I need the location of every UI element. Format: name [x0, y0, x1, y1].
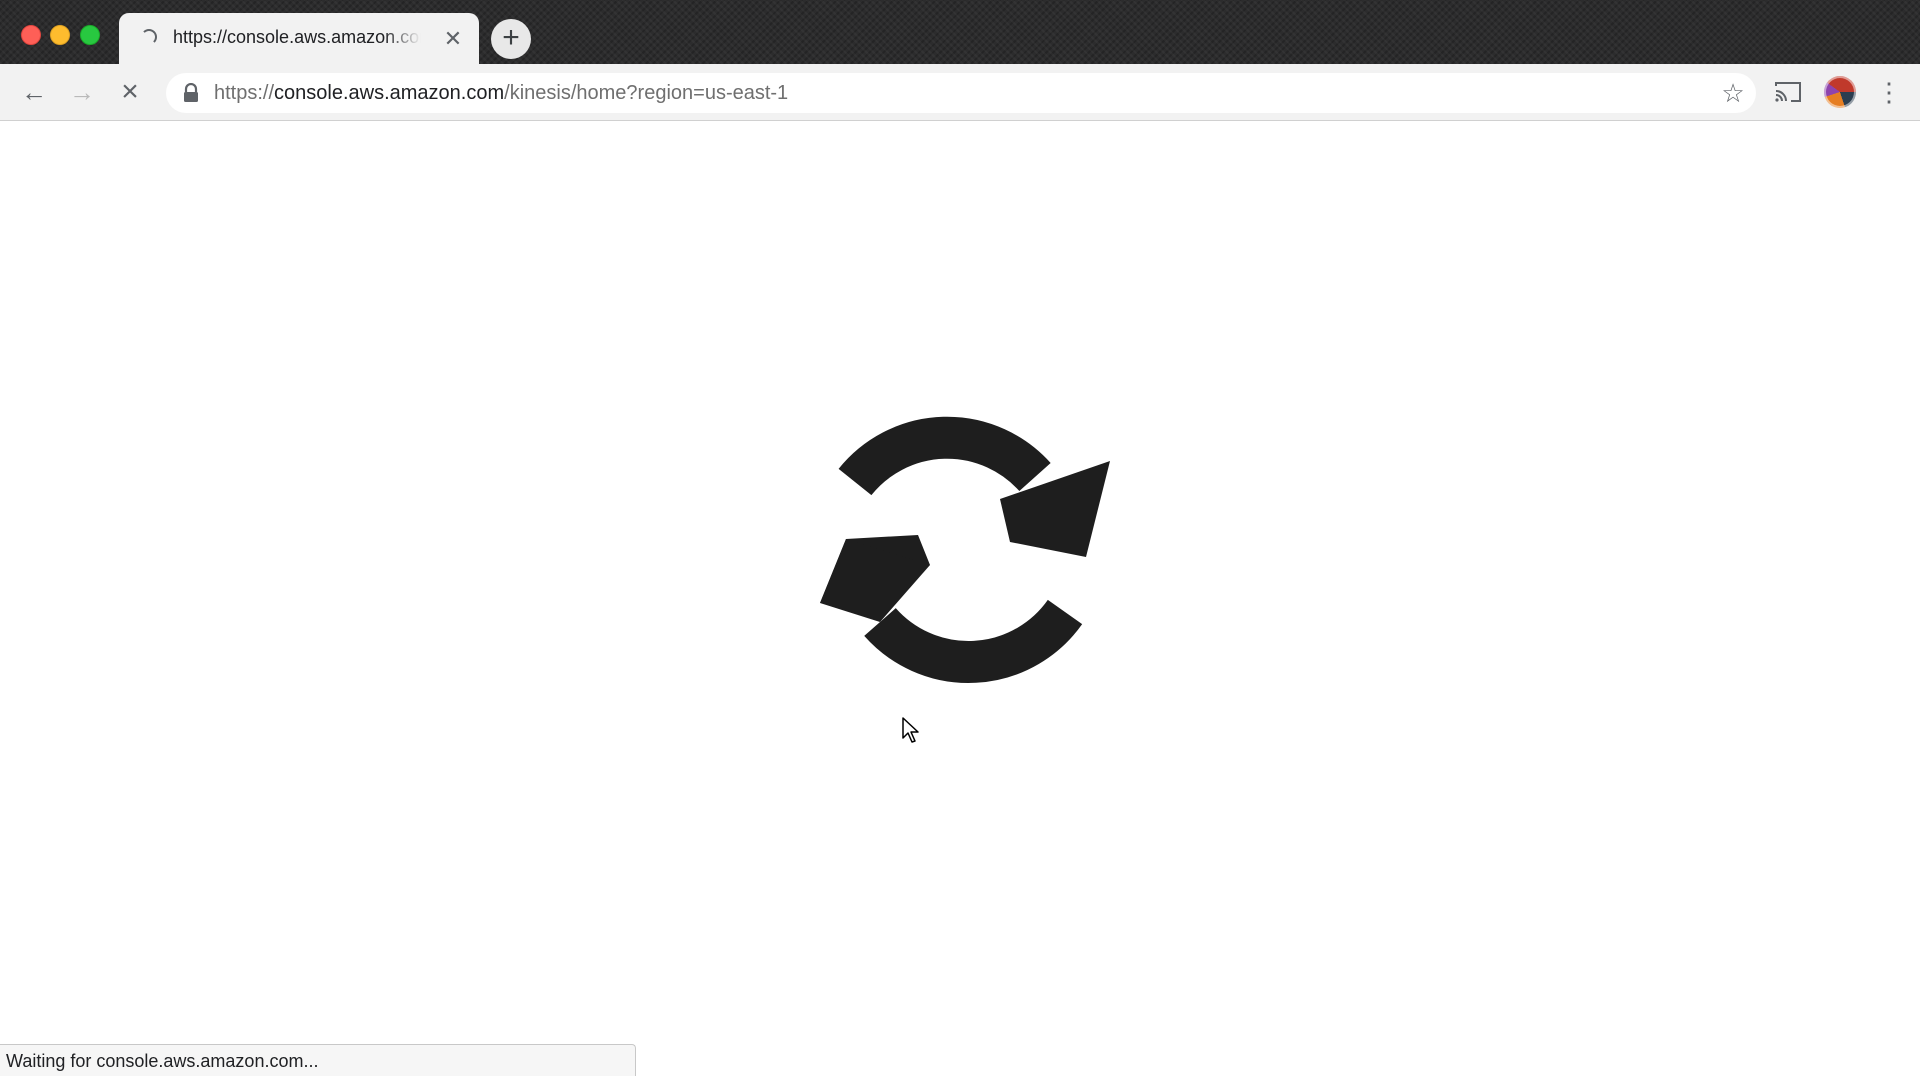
close-icon: × — [121, 75, 139, 108]
plus-icon: + — [502, 21, 520, 54]
cast-icon[interactable] — [1774, 80, 1802, 104]
window-titlebar: https://console.aws.amazon.com/kinesis/h… — [0, 0, 1920, 65]
browser-toolbar: ← → × https://console.aws.amazon.com/kin… — [0, 64, 1920, 121]
kebab-menu-icon[interactable]: ⋮ — [1876, 76, 1902, 108]
close-window-button[interactable] — [21, 25, 41, 45]
address-url[interactable]: https://console.aws.amazon.com/kinesis/h… — [214, 82, 788, 105]
browser-tab-active[interactable]: https://console.aws.amazon.com/kinesis/h… — [119, 13, 479, 65]
tab-close-icon[interactable]: ✕ — [441, 27, 465, 51]
refresh-icon — [820, 416, 1110, 683]
url-scheme: https:// — [214, 82, 275, 104]
tab-title: https://console.aws.amazon.com/kinesis/h… — [173, 27, 421, 47]
address-bar[interactable]: https://console.aws.amazon.com/kinesis/h… — [166, 73, 1756, 113]
profile-avatar[interactable] — [1824, 76, 1856, 108]
lock-icon — [184, 83, 198, 102]
arrow-right-icon: → — [69, 77, 95, 107]
status-bubble: Waiting for console.aws.amazon.com... — [0, 1044, 636, 1076]
arrow-left-icon: ← — [21, 77, 47, 107]
status-text: Waiting for console.aws.amazon.com... — [6, 1051, 319, 1071]
tab-loading-spinner-icon — [141, 29, 157, 45]
minimize-window-button[interactable] — [50, 25, 70, 45]
stop-loading-button[interactable]: × — [114, 76, 146, 108]
back-button[interactable]: ← — [18, 76, 50, 108]
bookmark-star-icon[interactable]: ☆ — [1717, 77, 1749, 109]
new-tab-button[interactable]: + — [491, 19, 531, 59]
maximize-window-button[interactable] — [80, 25, 100, 45]
page-content — [0, 121, 1920, 1080]
forward-button[interactable]: → — [66, 76, 98, 108]
url-path: /kinesis/home?region=us-east-1 — [504, 82, 789, 104]
url-host: console.aws.amazon.com — [274, 82, 505, 104]
mouse-cursor-icon — [902, 717, 919, 743]
